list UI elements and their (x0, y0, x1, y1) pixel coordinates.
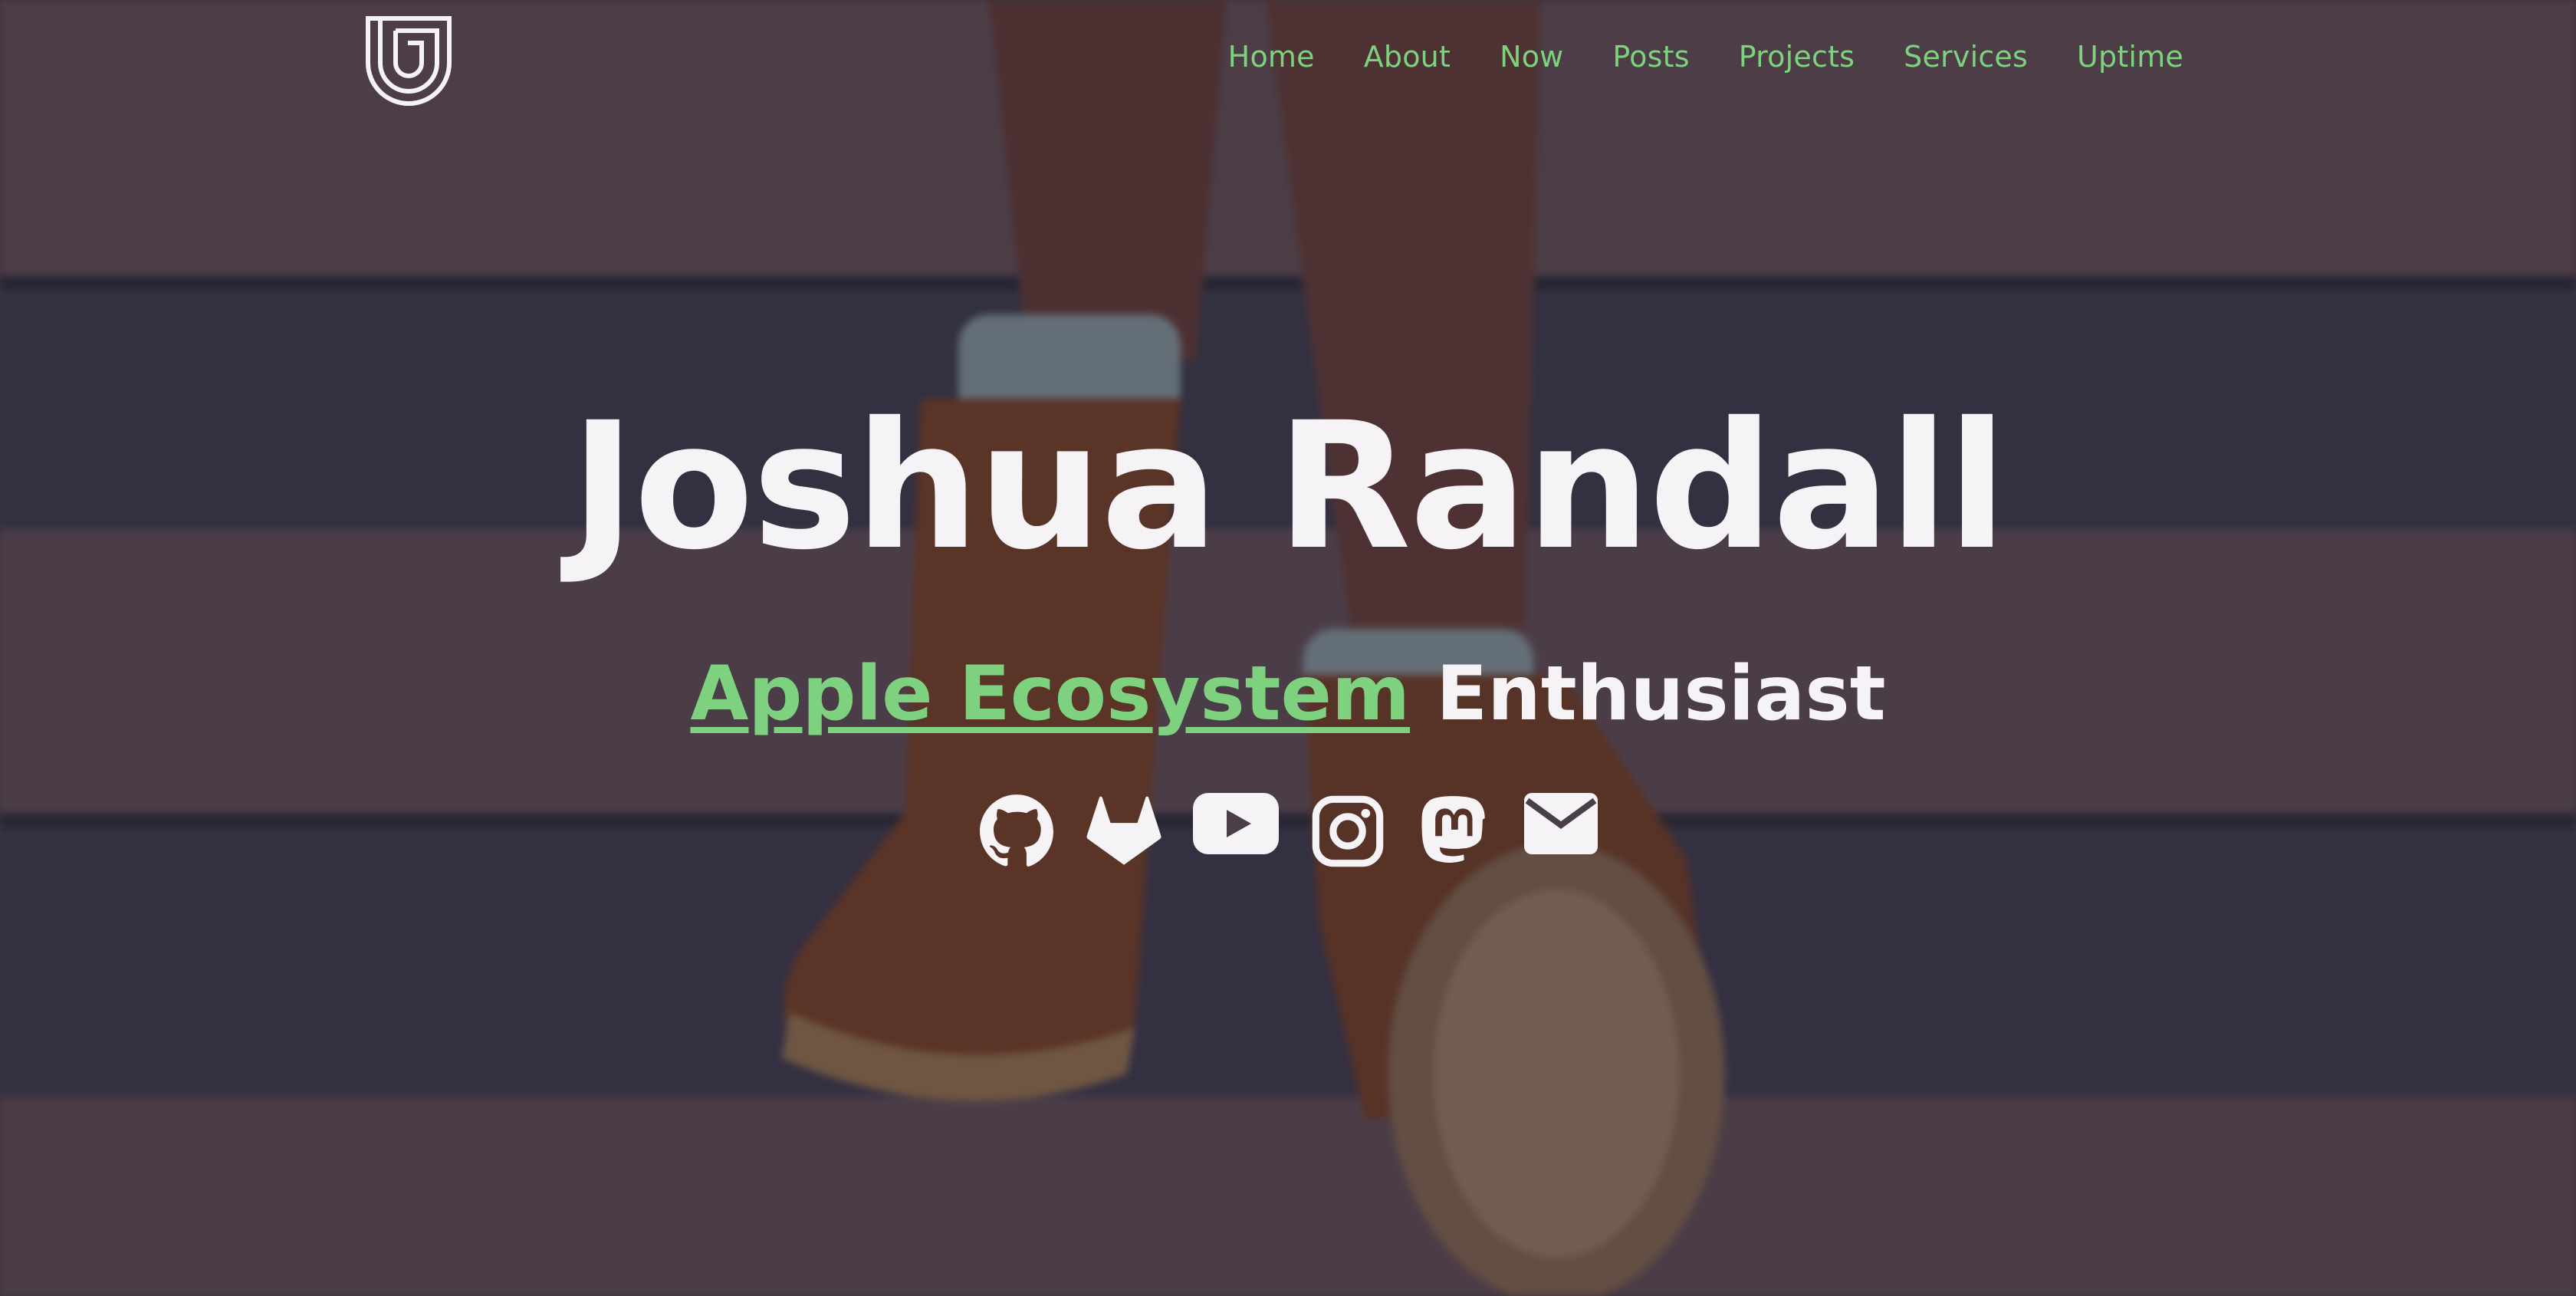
email-link[interactable] (1524, 793, 1598, 870)
tagline-rest: Enthusiast (1436, 650, 1886, 738)
nav-link-services[interactable]: Services (1904, 40, 2028, 74)
background-overlay (0, 0, 2576, 1296)
github-icon (980, 794, 1053, 867)
gitlab-link[interactable] (1086, 793, 1162, 870)
nav-link-now[interactable]: Now (1500, 40, 1563, 74)
youtube-icon (1193, 793, 1279, 854)
nav-link-projects[interactable]: Projects (1739, 40, 1855, 74)
gitlab-icon (1086, 796, 1162, 865)
site-logo[interactable] (365, 15, 452, 110)
social-links (0, 793, 2576, 870)
nav-link-home[interactable]: Home (1228, 40, 1315, 74)
instagram-link[interactable] (1309, 793, 1386, 870)
nav-link-about[interactable]: About (1364, 40, 1451, 74)
hero-tagline: Apple Ecosystem Enthusiast (0, 656, 2576, 732)
instagram-icon (1312, 795, 1384, 867)
mastodon-icon (1421, 796, 1485, 863)
mastodon-link[interactable] (1417, 793, 1493, 870)
tagline-highlight-link[interactable]: Apple Ecosystem (690, 650, 1410, 738)
monogram-j-icon (366, 16, 452, 106)
youtube-link[interactable] (1193, 793, 1279, 870)
main-nav: Home About Now Posts Projects Services U… (1228, 40, 2183, 74)
hero-name: Joshua Randall (570, 384, 2007, 588)
nav-link-posts[interactable]: Posts (1612, 40, 1689, 74)
email-icon (1524, 793, 1598, 854)
nav-link-uptime[interactable]: Uptime (2077, 40, 2183, 74)
github-link[interactable] (978, 793, 1055, 870)
